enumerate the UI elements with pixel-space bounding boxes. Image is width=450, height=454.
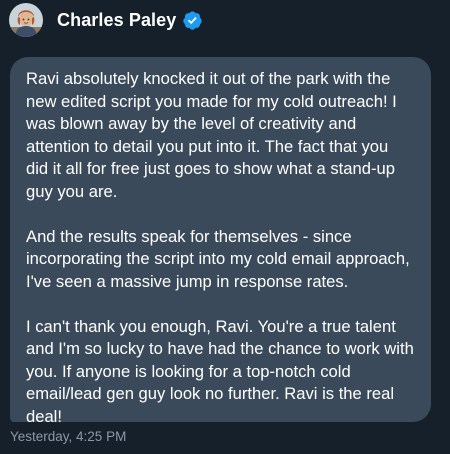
conversation-header: Charles Paley	[9, 2, 203, 38]
message-timestamp: Yesterday, 4:25 PM	[10, 429, 127, 444]
message-bubble[interactable]: Ravi absolutely knocked it out of the pa…	[10, 57, 431, 426]
message-paragraph: I can't thank you enough, Ravi. You're a…	[26, 316, 414, 426]
message-paragraph: Ravi absolutely knocked it out of the pa…	[26, 69, 397, 201]
message-paragraph: And the results speak for themselves - s…	[26, 226, 410, 291]
verified-badge-icon	[182, 10, 203, 31]
avatar[interactable]	[9, 3, 43, 37]
sender-name[interactable]: Charles Paley	[57, 10, 176, 31]
